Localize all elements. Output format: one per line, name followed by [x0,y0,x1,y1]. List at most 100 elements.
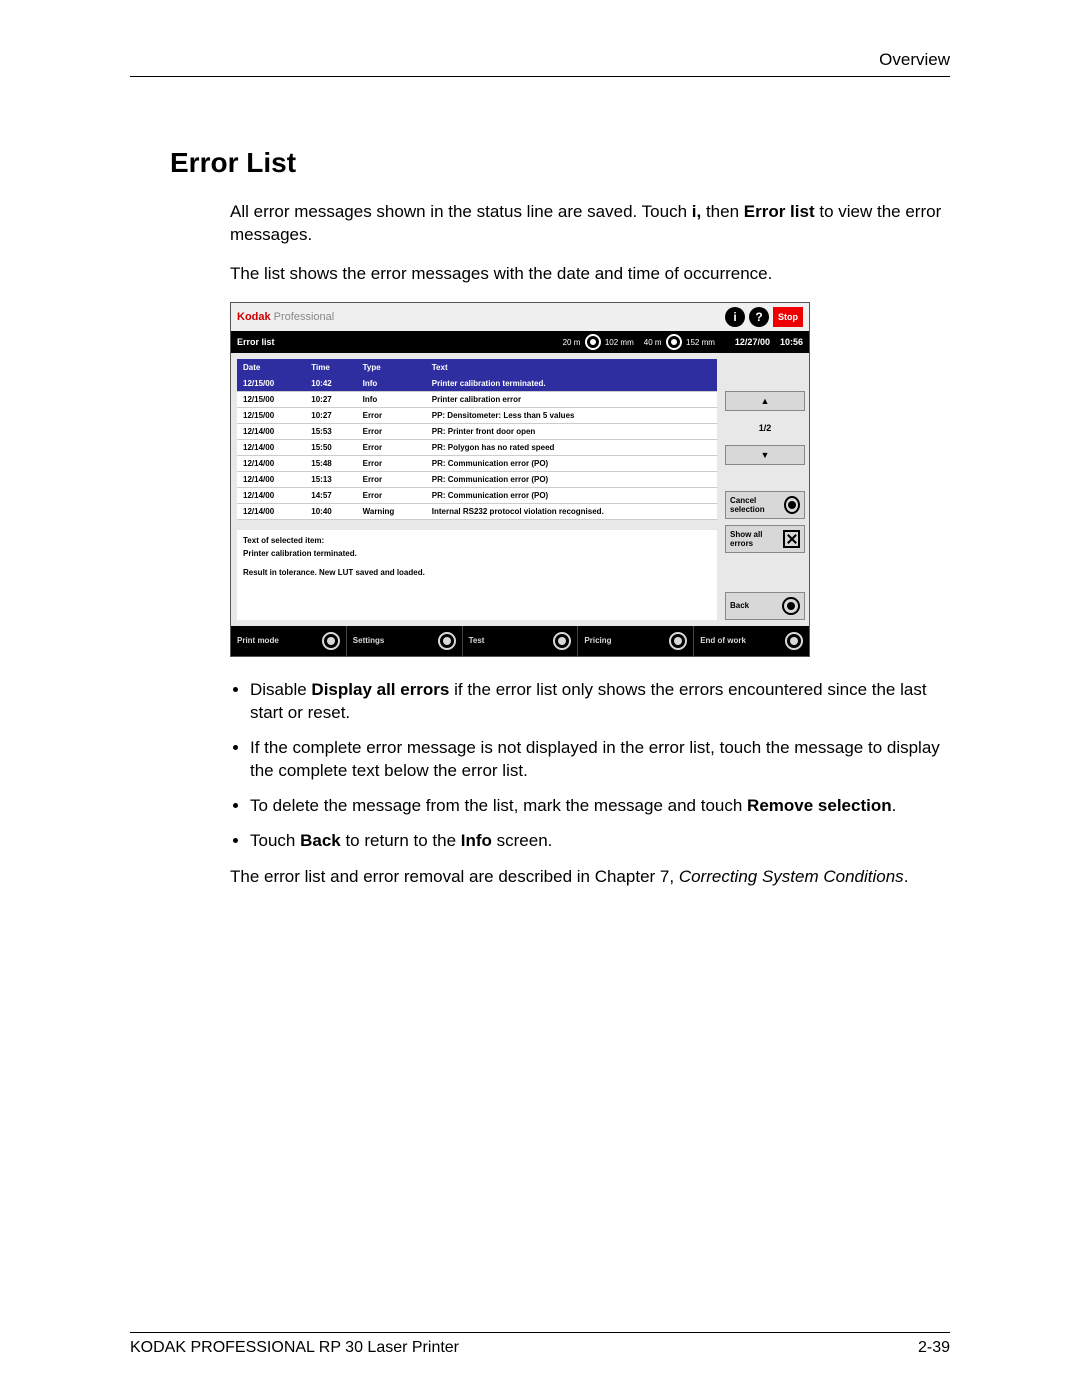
cell-time: 15:13 [305,471,356,487]
stop-button[interactable]: Stop [773,307,803,327]
paper2-len: 40 m [644,338,662,347]
cell-text: Internal RS232 protocol violation recogn… [426,503,717,519]
cell-type: Info [357,376,426,392]
brand-kodak: Kodak [237,311,271,323]
back-button[interactable]: Back [725,592,805,620]
status-time: 10:56 [780,337,803,347]
embedded-screenshot: Kodak Professional i ? Stop Error list 2… [230,302,810,657]
brand: Kodak Professional [237,311,334,323]
footer-left: KODAK PROFESSIONAL RP 30 Laser Printer [130,1339,459,1357]
cell-type: Error [357,407,426,423]
button-ring-icon [322,632,340,650]
detail-label: Text of selected item: [243,536,711,545]
cell-text: PR: Communication error (PO) [426,487,717,503]
section-title: Error List [170,147,950,179]
note-3b: Remove selection [747,796,892,815]
paper2-width: 152 mm [686,338,715,347]
footer-right: 2-39 [918,1339,950,1357]
cell-type: Error [357,439,426,455]
note-3: To delete the message from the list, mar… [250,795,950,818]
notes-list: Disable Display all errors if the error … [250,679,950,853]
button-ring-icon [785,632,803,650]
intro-para-2: The list shows the error messages with t… [230,263,950,286]
cancel-selection-button[interactable]: Cancel selection [725,491,805,519]
page-indicator: 1/2 [725,417,805,439]
note-4: Touch Back to return to the Info screen. [250,830,950,853]
paper1-width: 102 mm [605,338,634,347]
table-row[interactable]: 12/14/0014:57ErrorPR: Communication erro… [237,487,717,503]
paper1-len: 20 m [563,338,581,347]
note-4c: to return to the [341,831,461,850]
cell-text: PP: Densitometer: Less than 5 values [426,407,717,423]
button-ring-icon [438,632,456,650]
page-header-section: Overview [130,50,950,77]
show-all-errors-button[interactable]: Show all errors [725,525,805,553]
table-row[interactable]: 12/15/0010:27InfoPrinter calibration err… [237,391,717,407]
cell-date: 12/14/00 [237,423,305,439]
table-row[interactable]: 12/14/0015:50ErrorPR: Polygon has no rat… [237,439,717,455]
table-row[interactable]: 12/14/0015:53ErrorPR: Printer front door… [237,423,717,439]
cell-time: 15:48 [305,455,356,471]
cell-text: PR: Communication error (PO) [426,455,717,471]
note-4e: screen. [492,831,552,850]
table-row[interactable]: 12/14/0015:13ErrorPR: Communication erro… [237,471,717,487]
note-4d: Info [461,831,492,850]
error-table: Date Time Type Text 12/15/00 10:42 [237,359,717,520]
note-4a: Touch [250,831,300,850]
cell-date: 12/14/00 [237,471,305,487]
table-row[interactable]: 12/15/0010:27ErrorPP: Densitometer: Less… [237,407,717,423]
closing-para: The error list and error removal are des… [230,866,950,889]
end-of-work-label: End of work [700,636,746,645]
print-mode-button[interactable]: Print mode [231,626,347,656]
brand-professional: Professional [271,311,335,323]
note-1a: Disable [250,680,311,699]
intro-para-1: All error messages shown in the status l… [230,201,950,247]
closing-c: . [904,867,909,886]
show-all-errors-label: Show all errors [730,530,783,548]
scroll-up-button[interactable]: ▲ [725,391,805,411]
cell-text: PR: Printer front door open [426,423,717,439]
note-3a: To delete the message from the list, mar… [250,796,747,815]
table-row[interactable]: 12/14/0010:40WarningInternal RS232 proto… [237,503,717,519]
cell-type: Error [357,487,426,503]
help-icon[interactable]: ? [749,307,769,327]
col-date: Date [237,359,305,376]
col-type: Type [357,359,426,376]
note-1: Disable Display all errors if the error … [250,679,950,725]
table-row[interactable]: 12/15/00 10:42 Info Printer calibration … [237,376,717,392]
cell-type: Error [357,455,426,471]
scroll-down-button[interactable]: ▼ [725,445,805,465]
button-ring-icon [782,597,800,615]
cell-date: 12/15/00 [237,407,305,423]
note-3c: . [892,796,897,815]
end-of-work-button[interactable]: End of work [694,626,809,656]
table-row[interactable]: 12/14/0015:48ErrorPR: Communication erro… [237,455,717,471]
checkbox-x-icon [783,530,800,548]
cell-time: 10:42 [305,376,356,392]
cell-date: 12/14/00 [237,487,305,503]
cell-date: 12/14/00 [237,455,305,471]
cell-text: Printer calibration error [426,391,717,407]
closing-a: The error list and error removal are des… [230,867,679,886]
cell-time: 15:50 [305,439,356,455]
button-ring-icon [784,496,800,514]
cell-time: 10:40 [305,503,356,519]
intro-1c: then [701,202,744,221]
intro-1b: i, [692,202,701,221]
paper-status-1: 20 m 102 mm [563,334,634,350]
cell-date: 12/14/00 [237,439,305,455]
button-ring-icon [669,632,687,650]
pricing-button[interactable]: Pricing [578,626,694,656]
note-1b: Display all errors [311,680,449,699]
cell-text: PR: Polygon has no rated speed [426,439,717,455]
cell-type: Info [357,391,426,407]
info-icon[interactable]: i [725,307,745,327]
settings-button[interactable]: Settings [347,626,463,656]
test-button[interactable]: Test [463,626,579,656]
screen-title: Error list [237,337,275,347]
closing-b: Correcting System Conditions [679,867,904,886]
pricing-label: Pricing [584,636,611,645]
note-2: If the complete error message is not dis… [250,737,950,783]
cell-date: 12/14/00 [237,503,305,519]
cell-date: 12/15/00 [237,376,305,392]
